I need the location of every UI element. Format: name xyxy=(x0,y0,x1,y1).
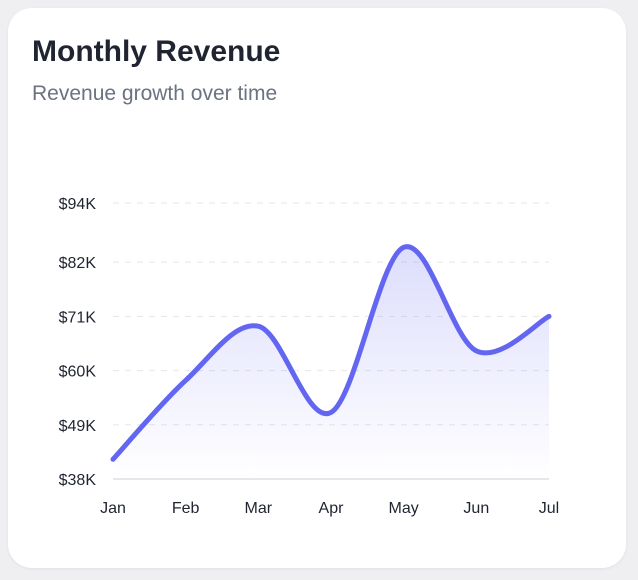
y-axis-ticks: $38K $49K $60K $71K $82K $94K xyxy=(59,196,97,489)
series-area-fill xyxy=(113,246,549,479)
x-tick-label: Jun xyxy=(463,500,489,517)
x-tick-label: Mar xyxy=(245,500,273,517)
x-tick-label: Jan xyxy=(100,500,126,517)
area-chart: $38K $49K $60K $71K $82K $94K Jan Feb Mar Apr May… xyxy=(59,196,560,517)
series-revenue xyxy=(110,244,552,479)
y-tick-label: $49K xyxy=(59,418,97,435)
y-tick-label: $60K xyxy=(59,364,97,381)
y-tick-label: $71K xyxy=(59,309,97,326)
x-tick-label: May xyxy=(389,500,419,517)
y-tick-label: $82K xyxy=(59,255,97,272)
y-tick-label: $38K xyxy=(59,472,97,489)
x-tick-label: Feb xyxy=(172,500,200,517)
y-tick-label: $94K xyxy=(59,196,97,213)
x-axis-ticks: Jan Feb Mar Apr May Jun Jul xyxy=(100,500,559,517)
x-tick-label: Apr xyxy=(319,500,345,517)
x-tick-label: Jul xyxy=(539,500,559,517)
